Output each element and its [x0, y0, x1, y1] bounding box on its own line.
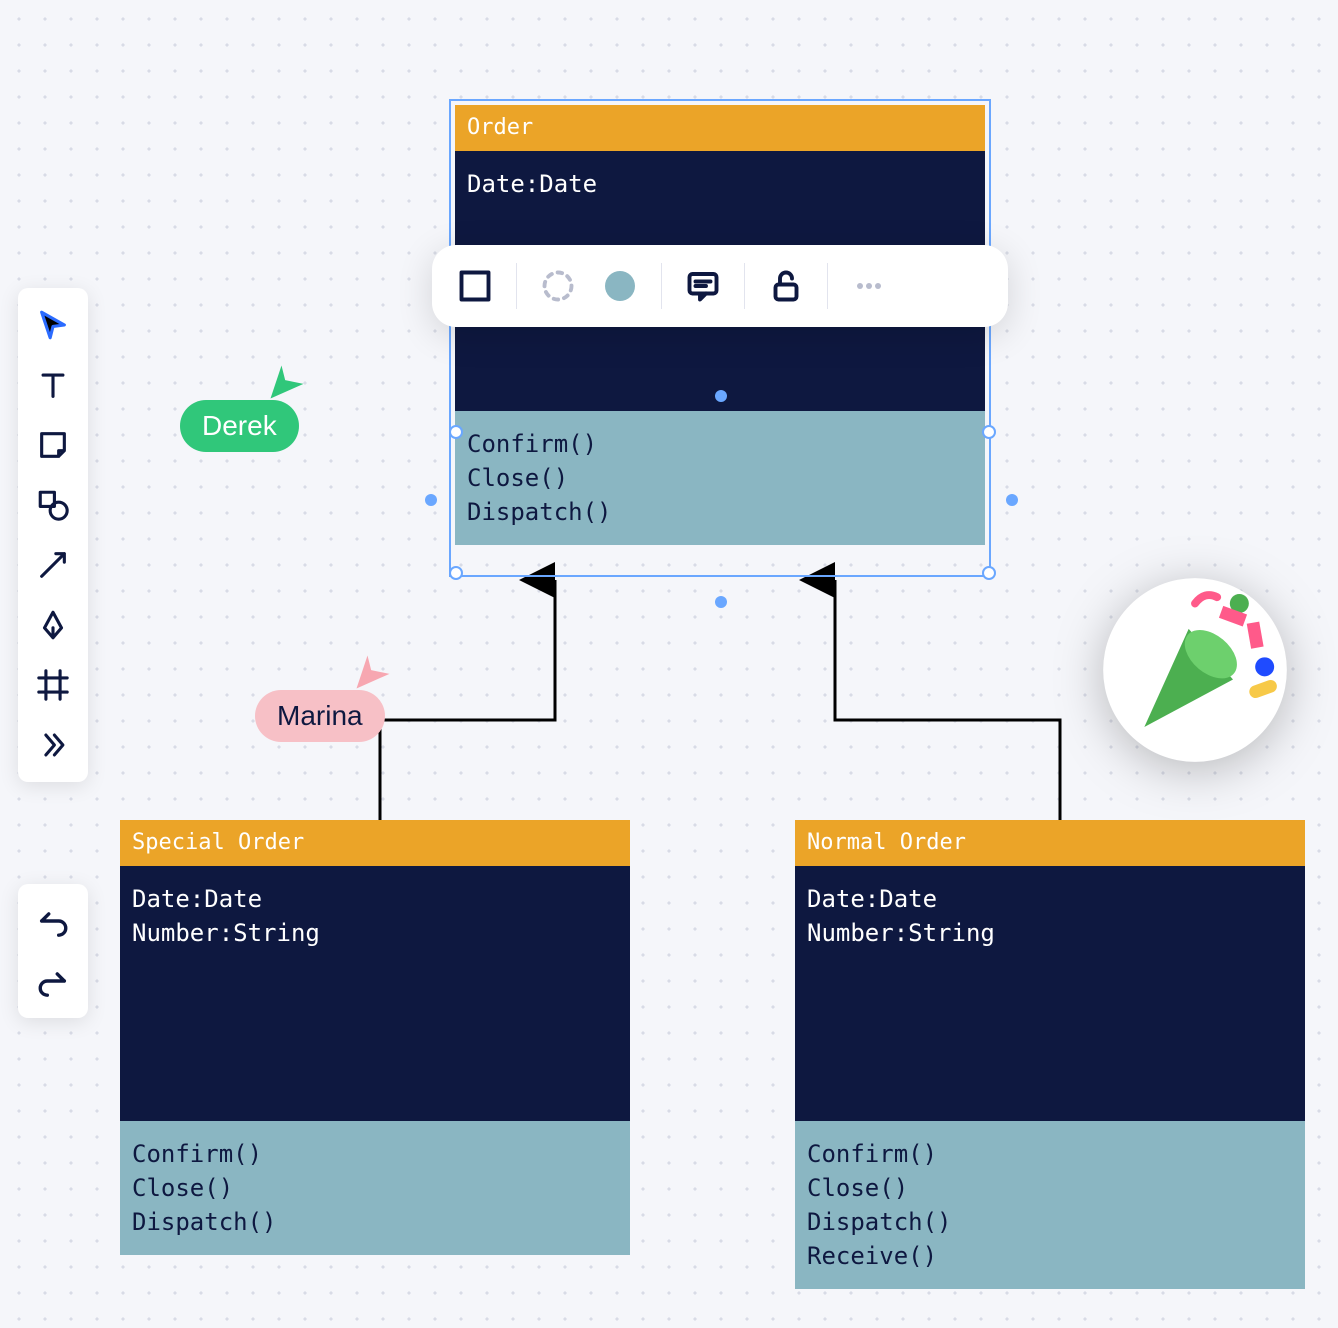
redo-icon — [36, 964, 70, 998]
class-title: Normal Order — [795, 820, 1305, 866]
sticky-note-icon — [36, 428, 70, 462]
selection-handle[interactable] — [449, 566, 463, 580]
arrow-icon — [36, 548, 70, 582]
cursor-pointer-icon — [265, 360, 309, 404]
toolbar-divider — [661, 263, 662, 309]
square-outline-icon — [457, 268, 493, 304]
party-popper-sticker[interactable] — [1100, 575, 1290, 765]
text-tool[interactable] — [26, 358, 80, 412]
class-method: Dispatch() — [807, 1205, 1293, 1239]
selection-handle[interactable] — [449, 425, 463, 439]
selection-side-handle[interactable] — [1006, 494, 1018, 506]
class-attributes: Date:Date Number:String — [120, 866, 630, 1121]
class-attribute: Date:Date — [132, 882, 618, 916]
class-method: Dispatch() — [132, 1205, 618, 1239]
shape-tool[interactable] — [26, 478, 80, 532]
class-box-normal-order[interactable]: Normal Order Date:Date Number:String Con… — [795, 820, 1305, 1289]
class-methods: Confirm() Close() Dispatch() — [455, 411, 985, 545]
class-method: Confirm() — [132, 1137, 618, 1171]
selection-side-handle[interactable] — [425, 494, 437, 506]
main-toolbar — [18, 288, 88, 782]
selection-mid-handle[interactable] — [715, 390, 727, 402]
toolbar-divider — [516, 263, 517, 309]
note-tool[interactable] — [26, 418, 80, 472]
chevron-right-icon — [36, 728, 70, 762]
collaborator-name-pill: Marina — [255, 690, 385, 742]
class-method: Close() — [807, 1171, 1293, 1205]
class-method: Confirm() — [807, 1137, 1293, 1171]
class-method: Close() — [132, 1171, 618, 1205]
class-title: Special Order — [120, 820, 630, 866]
class-method: Close() — [467, 461, 973, 495]
class-attributes: Date:Date Number:String — [795, 866, 1305, 1121]
class-methods: Confirm() Close() Dispatch() — [120, 1121, 630, 1255]
class-attribute: Date:Date — [467, 167, 973, 201]
border-style-button[interactable] — [537, 265, 579, 307]
unlock-icon — [768, 268, 804, 304]
class-method: Dispatch() — [467, 495, 973, 529]
class-methods: Confirm() Close() Dispatch() Receive() — [795, 1121, 1305, 1289]
diagram-canvas[interactable]: Order Date:Date Confirm() Close() Dispat… — [0, 0, 1338, 1328]
frame-icon — [36, 668, 70, 702]
shapes-icon — [36, 488, 70, 522]
class-method: Confirm() — [467, 427, 973, 461]
toolbar-divider — [744, 263, 745, 309]
more-options-button[interactable] — [848, 265, 890, 307]
frame-tool[interactable] — [26, 658, 80, 712]
arrow-tool[interactable] — [26, 538, 80, 592]
undo-icon — [36, 904, 70, 938]
comment-icon — [685, 268, 721, 304]
pen-tool[interactable] — [26, 598, 80, 652]
class-attribute: Number:String — [132, 916, 618, 950]
comment-button[interactable] — [682, 265, 724, 307]
connector-special-to-order[interactable] — [380, 580, 555, 820]
cursor-icon — [36, 308, 70, 342]
pen-icon — [36, 608, 70, 642]
class-attribute: Number:String — [807, 916, 1293, 950]
cursor-pointer-icon — [351, 650, 395, 694]
dashed-circle-icon — [540, 268, 576, 304]
class-method: Receive() — [807, 1239, 1293, 1273]
lock-button[interactable] — [765, 265, 807, 307]
selection-handle[interactable] — [982, 566, 996, 580]
collaborator-cursor-derek: Derek — [180, 360, 299, 452]
stroke-style-button[interactable] — [454, 265, 496, 307]
filled-circle-icon — [602, 268, 638, 304]
selection-mid-handle[interactable] — [715, 596, 727, 608]
history-toolbar — [18, 884, 88, 1018]
ellipsis-icon — [851, 268, 887, 304]
collaborator-name-pill: Derek — [180, 400, 299, 452]
context-toolbar — [432, 245, 1008, 327]
selection-handle[interactable] — [982, 425, 996, 439]
select-tool[interactable] — [26, 298, 80, 352]
text-icon — [36, 368, 70, 402]
class-attribute: Date:Date — [807, 882, 1293, 916]
class-box-special-order[interactable]: Special Order Date:Date Number:String Co… — [120, 820, 630, 1255]
fill-color-button[interactable] — [599, 265, 641, 307]
toolbar-divider — [827, 263, 828, 309]
connector-normal-to-order[interactable] — [835, 580, 1060, 820]
more-tool[interactable] — [26, 718, 80, 772]
redo-button[interactable] — [26, 954, 80, 1008]
undo-button[interactable] — [26, 894, 80, 948]
class-title: Order — [455, 105, 985, 151]
collaborator-cursor-marina: Marina — [255, 650, 385, 742]
